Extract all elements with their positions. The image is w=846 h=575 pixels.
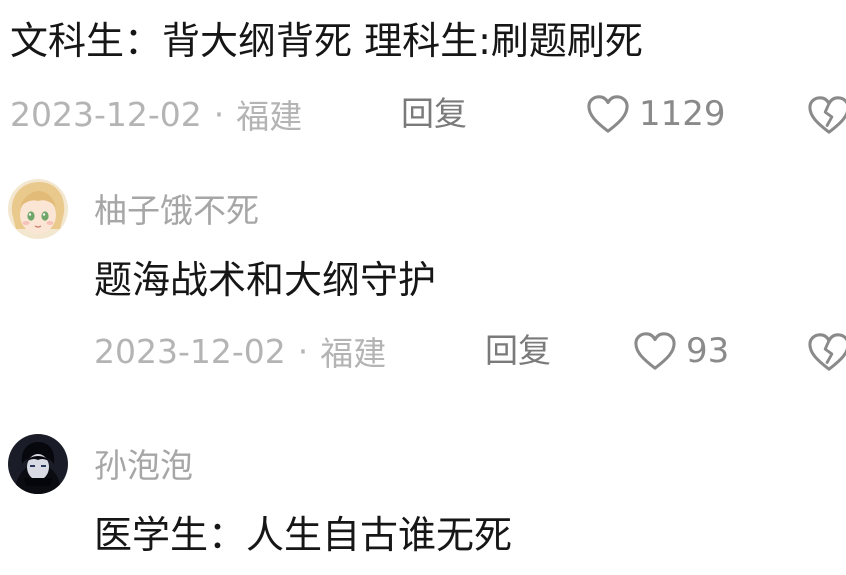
comment-username[interactable]: 柚子饿不死 [94,191,259,231]
meta-separator: · [297,331,309,371]
comment-location: 福建 [236,97,303,136]
like-button[interactable]: 93 [632,329,729,373]
comment-location: 福建 [320,334,387,373]
comment-text: 文科生：背大纲背死 理科生:刷题刷死 [10,19,643,63]
dislike-button[interactable] [806,94,846,134]
dislike-button[interactable] [806,331,846,371]
comment-text: 医学生：人生自古谁无死 [94,513,513,557]
comment-meta: 2023-12-02 · 福建 [94,331,386,374]
comment-meta: 2023-12-02 · 福建 [10,94,302,137]
anime-girl-avatar [8,179,68,239]
broken-heart-icon [806,96,846,140]
reply-button[interactable]: 回复 [485,331,551,371]
like-count: 93 [686,331,730,371]
like-count: 1129 [639,94,726,134]
comment-date: 2023-12-02 [10,94,202,134]
like-button[interactable]: 1129 [585,92,726,136]
meta-separator: · [213,94,225,134]
comment-date: 2023-12-02 [94,331,286,371]
reply-button[interactable]: 回复 [401,94,467,134]
dark-hooded-avatar [8,434,68,494]
avatar[interactable] [8,434,68,494]
comment-username[interactable]: 孙泡泡 [94,446,193,486]
broken-heart-icon [806,333,846,377]
avatar[interactable] [8,179,68,239]
comment-text: 题海战术和大纲守护 [94,258,437,302]
heart-outline-icon [585,93,631,135]
heart-outline-icon [632,330,678,372]
